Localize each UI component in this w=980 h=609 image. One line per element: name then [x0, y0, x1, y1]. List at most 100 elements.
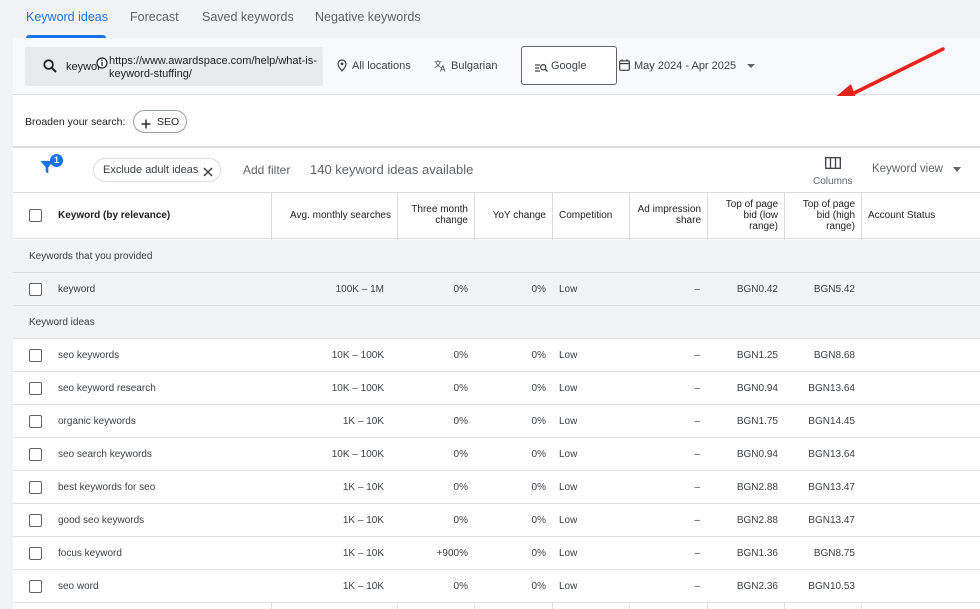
- keyword-cell[interactable]: seo keywords: [58, 350, 119, 361]
- header-ad-impression-share[interactable]: Ad impression share: [629, 204, 701, 226]
- header-top-of-page-bid-high[interactable]: Top of page bid (high range): [784, 199, 855, 232]
- header-yoy-change[interactable]: YoY change: [474, 210, 546, 221]
- network-label: Google: [551, 60, 587, 72]
- row-checkbox[interactable]: [29, 580, 42, 593]
- search-url-text: https://www.awardspace.com/help/what-is-…: [109, 55, 317, 80]
- three-month-change-cell: 0%: [453, 350, 468, 361]
- header-ad-impression-line-2: share: [675, 215, 701, 226]
- select-all-checkbox[interactable]: [29, 209, 42, 222]
- svg-text:A: A: [440, 65, 446, 73]
- tab-saved-keywords[interactable]: Saved keywords: [202, 10, 294, 24]
- header-three-month-line-1: Three month: [411, 204, 468, 215]
- search-network-icon: [535, 60, 548, 78]
- header-low-bid-line-3: range): [749, 221, 778, 232]
- columns-button-label[interactable]: Columns: [813, 176, 852, 187]
- keyword-cell[interactable]: keyword: [58, 284, 95, 295]
- competition-cell: Low: [559, 515, 578, 526]
- row-checkbox[interactable]: [29, 415, 42, 428]
- header-top-of-page-bid-low[interactable]: Top of page bid (low range): [707, 199, 778, 232]
- competition-cell: Low: [559, 449, 578, 460]
- low-bid-cell: BGN1.75: [736, 416, 778, 427]
- location-pin-icon: [337, 59, 347, 77]
- avg-monthly-searches-cell: 100K – 1M: [335, 284, 384, 295]
- keyword-cell[interactable]: seo search keywords: [58, 449, 152, 460]
- high-bid-cell: BGN13.64: [808, 383, 855, 394]
- keyword-view-caret-icon[interactable]: [953, 167, 961, 172]
- ad-impression-share-cell: –: [694, 350, 700, 361]
- row-checkbox[interactable]: [29, 382, 42, 395]
- date-dropdown-caret-icon[interactable]: [747, 64, 755, 68]
- header-low-bid-line-1: Top of page: [725, 199, 778, 210]
- keyword-cell[interactable]: best keywords for seo: [58, 482, 155, 493]
- calendar-icon: [619, 58, 630, 76]
- columns-icon[interactable]: [825, 156, 841, 174]
- high-bid-cell: BGN5.42: [813, 284, 855, 295]
- competition-cell: Low: [559, 416, 578, 427]
- row-checkbox[interactable]: [29, 283, 42, 296]
- header-competition[interactable]: Competition: [559, 210, 612, 221]
- keyword-cell[interactable]: seo keyword research: [58, 383, 156, 394]
- low-bid-cell: BGN2.88: [736, 482, 778, 493]
- low-bid-cell: BGN1.25: [736, 350, 778, 361]
- header-low-bid-line-2: bid (low: [743, 210, 778, 221]
- keyword-cell[interactable]: organic keywords: [58, 416, 136, 427]
- info-icon[interactable]: [96, 56, 108, 74]
- row-checkbox[interactable]: [29, 514, 42, 527]
- date-range-selector[interactable]: May 2024 - Apr 2025: [634, 60, 736, 72]
- yoy-change-cell: 0%: [531, 284, 546, 295]
- close-icon[interactable]: [203, 164, 213, 182]
- header-high-bid-line-2: bid (high: [816, 210, 855, 221]
- keyword-cell[interactable]: focus keyword: [58, 548, 122, 559]
- yoy-change-cell: 0%: [531, 482, 546, 493]
- keyword-view-selector[interactable]: Keyword view: [872, 163, 943, 175]
- keyword-ideas-count: 140 keyword ideas available: [310, 162, 474, 177]
- header-three-month-change[interactable]: Three month change: [397, 204, 468, 226]
- competition-cell: Low: [559, 383, 578, 394]
- yoy-change-cell: 0%: [531, 449, 546, 460]
- row-checkbox[interactable]: [29, 547, 42, 560]
- header-avg-monthly-searches[interactable]: Avg. monthly searches: [271, 210, 391, 221]
- tab-forecast[interactable]: Forecast: [130, 10, 179, 24]
- search-icon: [43, 59, 57, 78]
- filter-count-badge: 1: [50, 154, 63, 167]
- header-high-bid-line-1: Top of page: [802, 199, 855, 210]
- search-keyword-text: keyword: [66, 61, 99, 73]
- row-checkbox[interactable]: [29, 481, 42, 494]
- ad-impression-share-cell: –: [694, 416, 700, 427]
- three-month-change-cell: +900%: [436, 548, 468, 559]
- yoy-change-cell: 0%: [531, 515, 546, 526]
- three-month-change-cell: 0%: [453, 383, 468, 394]
- ad-impression-share-cell: –: [694, 449, 700, 460]
- language-selector[interactable]: Bulgarian: [451, 60, 497, 72]
- ad-impression-share-cell: –: [694, 515, 700, 526]
- avg-monthly-searches-cell: 10K – 100K: [331, 350, 384, 361]
- high-bid-cell: BGN10.53: [808, 581, 855, 592]
- section-provided-label: Keywords that you provided: [29, 251, 153, 262]
- low-bid-cell: BGN2.36: [736, 581, 778, 592]
- left-gutter: [0, 38, 13, 609]
- tab-negative-keywords[interactable]: Negative keywords: [315, 10, 421, 24]
- low-bid-cell: BGN0.42: [736, 284, 778, 295]
- header-keyword[interactable]: Keyword (by relevance): [58, 210, 170, 221]
- three-month-change-cell: 0%: [453, 515, 468, 526]
- yoy-change-cell: 0%: [531, 548, 546, 559]
- add-filter-button[interactable]: Add filter: [243, 163, 290, 177]
- keyword-cell[interactable]: good seo keywords: [58, 515, 144, 526]
- high-bid-cell: BGN13.47: [808, 515, 855, 526]
- row-checkbox[interactable]: [29, 349, 42, 362]
- yoy-change-cell: 0%: [531, 383, 546, 394]
- low-bid-cell: BGN1.36: [736, 548, 778, 559]
- location-selector[interactable]: All locations: [352, 60, 411, 72]
- ad-impression-share-cell: –: [694, 581, 700, 592]
- tab-keyword-ideas[interactable]: Keyword ideas: [26, 10, 108, 24]
- header-high-bid-line-3: range): [826, 221, 855, 232]
- high-bid-cell: BGN14.45: [808, 416, 855, 427]
- yoy-change-cell: 0%: [531, 581, 546, 592]
- three-month-change-cell: 0%: [453, 416, 468, 427]
- row-checkbox[interactable]: [29, 448, 42, 461]
- low-bid-cell: BGN2.88: [736, 515, 778, 526]
- header-account-status[interactable]: Account Status: [868, 210, 935, 221]
- tab-bar: Keyword ideas Forecast Saved keywords Ne…: [0, 0, 980, 38]
- keyword-cell[interactable]: seo word: [58, 581, 99, 592]
- competition-cell: Low: [559, 548, 578, 559]
